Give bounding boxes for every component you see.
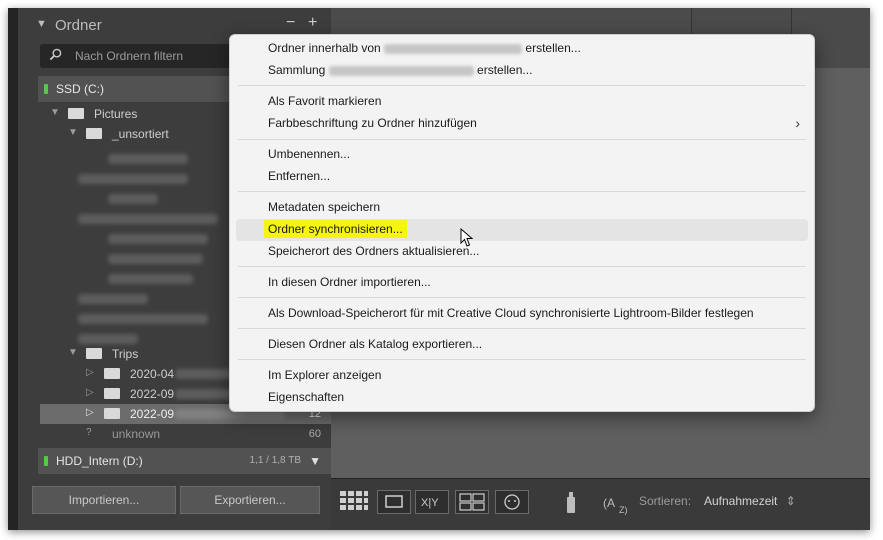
folders-panel-title: Ordner (55, 17, 102, 34)
volume-hdd-intern-d[interactable]: HDD_Intern (D:) 1,1 / 1,8 TB ▼ (38, 448, 331, 474)
menu-item-text: Sammlung (268, 63, 326, 77)
folder-label: unknown (112, 427, 161, 441)
obscured-folder (108, 154, 188, 164)
menu-item-mark-favorite[interactable]: Als Favorit markieren (268, 94, 381, 110)
volume-status-led-icon (44, 456, 48, 466)
svg-text:Z): Z) (619, 505, 628, 515)
volume-space: 1,1 / 1,8 TB (249, 455, 301, 466)
folder-icon (86, 128, 102, 139)
svg-text:X|Y: X|Y (421, 497, 439, 509)
obscured-folder-name (328, 65, 474, 76)
menu-item-synchronize-folder[interactable]: Ordner synchronisieren... (264, 220, 407, 238)
compare-view-icon[interactable]: X|Y (415, 490, 449, 514)
folder-filter-input[interactable]: Nach Ordnern filtern (40, 44, 250, 68)
submenu-arrow-icon: › (795, 115, 800, 131)
remove-folder-button[interactable]: − (286, 14, 295, 32)
obscured-folder (78, 174, 188, 184)
obscured-folder (78, 334, 138, 344)
loupe-view-icon[interactable] (377, 490, 411, 514)
add-folder-button[interactable]: + (308, 14, 317, 32)
menu-item-text: erstellen... (525, 41, 581, 55)
folder-icon (68, 108, 84, 119)
menu-item-remove[interactable]: Entfernen... (268, 169, 330, 185)
expand-triangle-icon[interactable]: ▼ (50, 107, 60, 118)
volume-status-led-icon (44, 84, 48, 94)
unknown-folder-icon: ? (86, 427, 92, 438)
menu-separator (238, 266, 806, 267)
volume-name: HDD_Intern (D:) (56, 454, 143, 468)
menu-separator (238, 297, 806, 298)
folder-icon (104, 408, 120, 419)
menu-item-set-download-location[interactable]: Als Download-Speicherort für mit Creativ… (268, 306, 754, 322)
obscured-folder (108, 194, 158, 204)
sort-dropdown[interactable]: Aufnahmezeit ⇕ (704, 494, 796, 508)
obscured-folder (108, 254, 203, 264)
folder-icon (86, 348, 102, 359)
folder-label: _unsortiert (112, 127, 169, 141)
photo-count: 60 (308, 428, 321, 440)
bottom-toolbar: X|Y (A Z) Sortieren: Aufnahmezeit ⇕ (331, 478, 870, 530)
expand-triangle-icon[interactable]: ▼ (68, 127, 78, 138)
obscured-folder (108, 234, 208, 244)
sort-direction-icon[interactable]: (A Z) (601, 491, 633, 520)
menu-item-text: Ordner innerhalb von (268, 41, 381, 55)
folder-context-menu: Ordner innerhalb von erstellen... Sammlu… (229, 34, 815, 412)
folder-label: Pictures (94, 107, 138, 121)
obscured-folder (78, 314, 208, 324)
menu-item-show-in-explorer[interactable]: Im Explorer anzeigen (268, 368, 381, 384)
obscured-folder (78, 214, 218, 224)
volume-name: SSD (C:) (56, 82, 104, 96)
obscured-folder (108, 274, 193, 284)
menu-separator (238, 191, 806, 192)
survey-view-icon[interactable] (455, 490, 489, 514)
menu-item-add-color-label[interactable]: Farbbeschriftung zu Ordner hinzufügen (268, 116, 477, 132)
sort-label: Sortieren: (639, 494, 692, 508)
folder-label: 2020-04 (130, 367, 175, 381)
folder-label: Trips (112, 347, 139, 361)
menu-item-rename[interactable]: Umbenennen... (268, 147, 350, 163)
collapsed-triangle-icon[interactable]: ▷ (86, 407, 94, 418)
menu-item-text: erstellen... (477, 63, 533, 77)
grid-view-icon[interactable] (339, 490, 369, 512)
people-view-icon[interactable] (495, 490, 529, 514)
folder-label: 2022-09 (130, 387, 175, 401)
import-button[interactable]: Importieren... (32, 486, 176, 514)
menu-separator (238, 328, 806, 329)
expand-triangle-icon[interactable]: ▼ (68, 347, 78, 358)
obscured-folder-name (384, 43, 523, 54)
collapsed-triangle-icon[interactable]: ▷ (86, 387, 94, 398)
menu-separator (238, 85, 806, 86)
folder-row-unknown[interactable]: ? unknown 60 (40, 424, 331, 444)
sort-dropdown-arrows-icon: ⇕ (785, 494, 796, 508)
filter-placeholder: Nach Ordnern filtern (75, 49, 184, 63)
mouse-cursor-icon (460, 228, 474, 247)
menu-item-properties[interactable]: Eigenschaften (268, 390, 344, 406)
folder-icon (104, 368, 120, 379)
menu-separator (238, 139, 806, 140)
collapse-triangle-icon[interactable]: ▼ (36, 18, 47, 30)
menu-item-create-folder-inside[interactable]: Ordner innerhalb von erstellen... (268, 41, 581, 57)
sort-value: Aufnahmezeit (704, 494, 778, 508)
menu-separator (238, 359, 806, 360)
menu-item-save-metadata[interactable]: Metadaten speichern (268, 200, 380, 216)
export-button[interactable]: Exportieren... (180, 486, 320, 514)
obscured-folder (78, 294, 148, 304)
yellow-highlight-marker: Ordner synchronisieren... (264, 220, 407, 238)
collapsed-triangle-icon[interactable]: ▷ (86, 367, 94, 378)
menu-item-import-to-folder[interactable]: In diesen Ordner importieren... (268, 275, 431, 291)
svg-text:(A: (A (603, 496, 615, 510)
menu-item-update-folder-location[interactable]: Speicherort des Ordners aktualisieren... (268, 244, 479, 260)
left-panel-edge (8, 8, 18, 530)
spray-can-icon[interactable] (563, 489, 579, 520)
menu-item-create-collection[interactable]: Sammlung erstellen... (268, 63, 532, 79)
menu-item-export-as-catalog[interactable]: Diesen Ordner als Katalog exportieren... (268, 337, 482, 353)
folder-label: 2022-09 (130, 407, 175, 421)
folder-icon (104, 388, 120, 399)
search-icon (49, 48, 62, 61)
volume-dropdown-icon[interactable]: ▼ (309, 454, 321, 468)
